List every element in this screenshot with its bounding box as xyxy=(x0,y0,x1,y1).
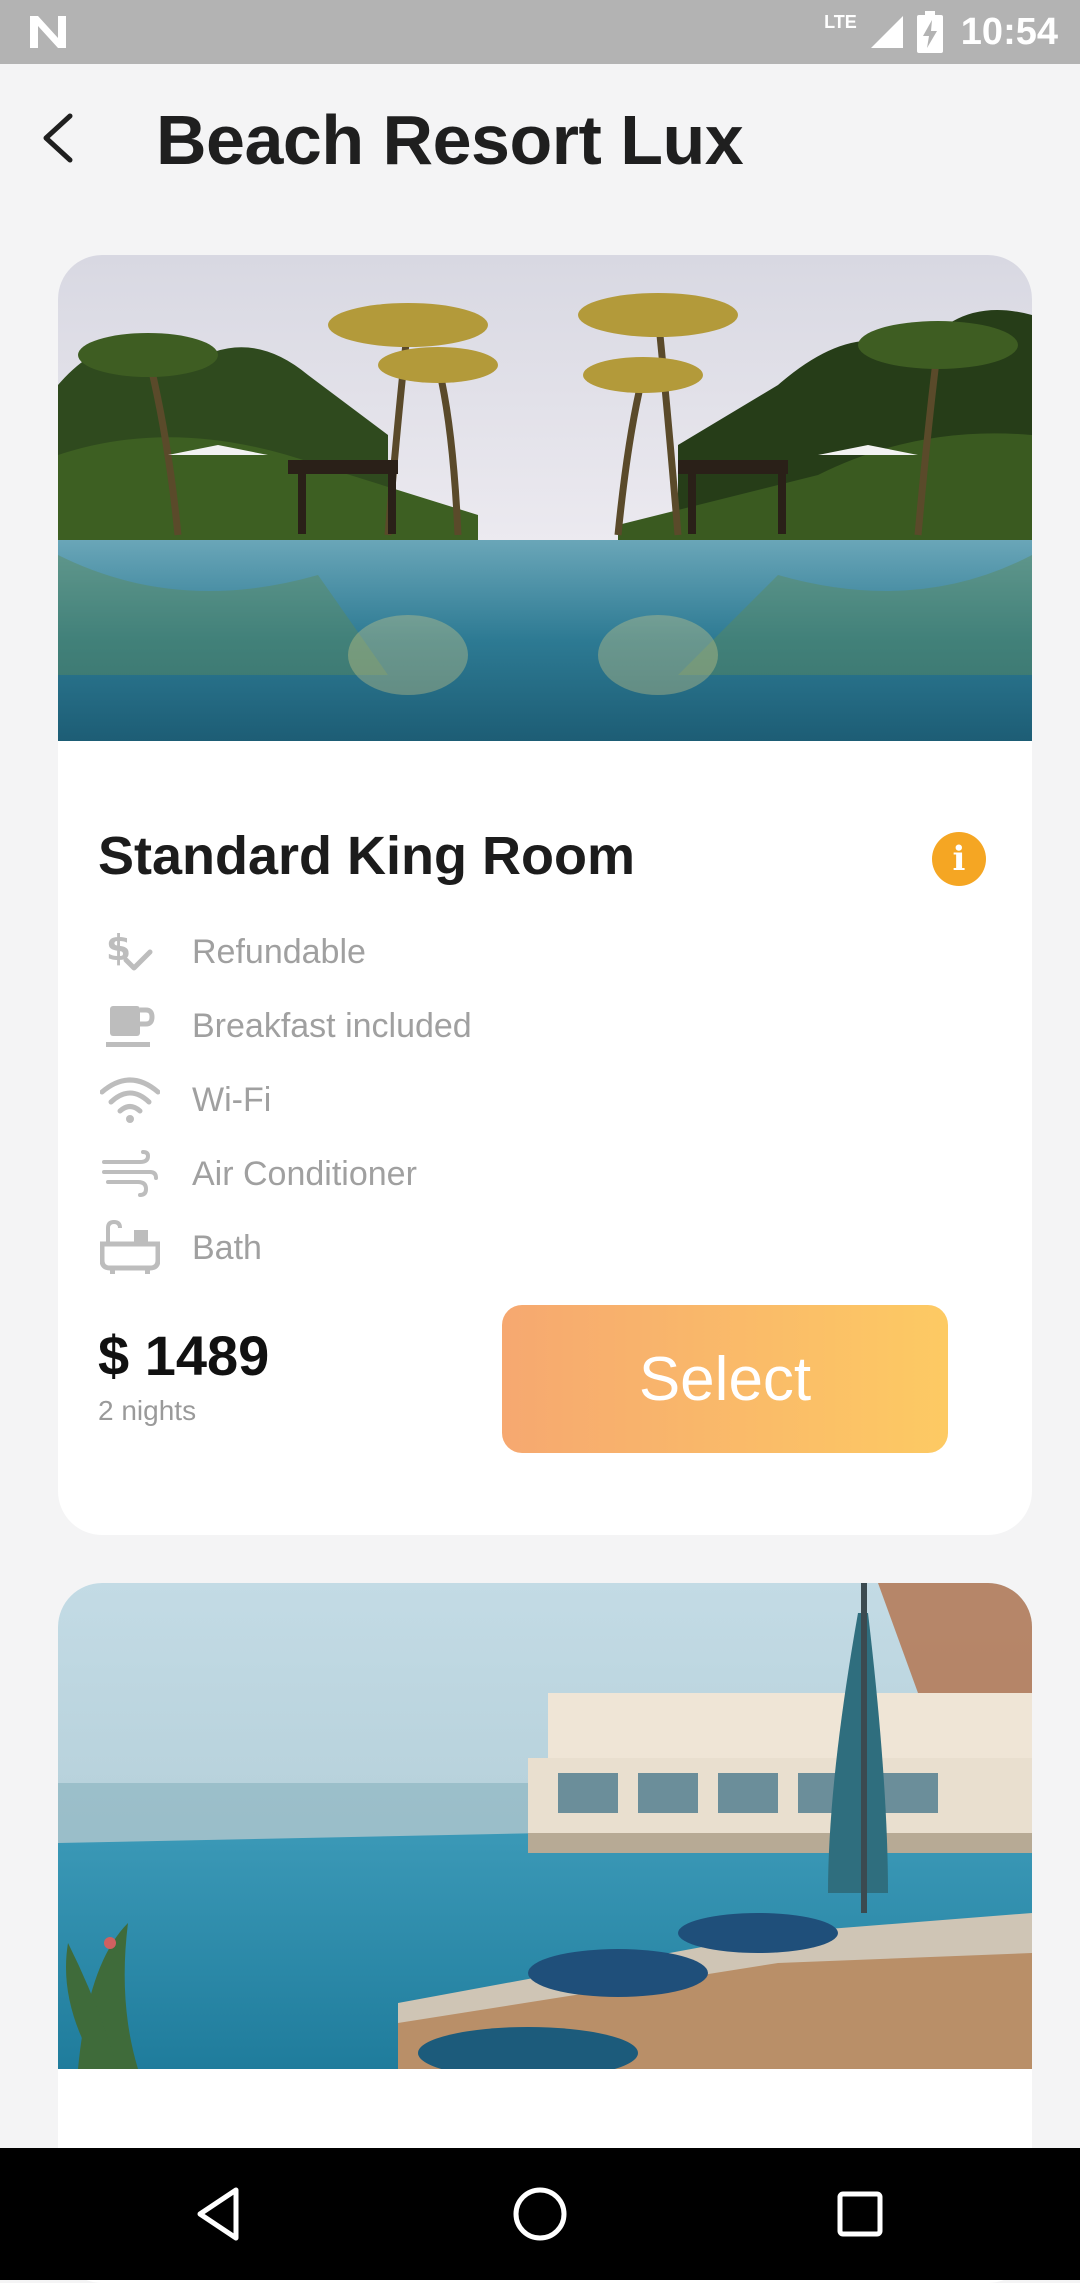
amenity-label: Wi-Fi xyxy=(192,1080,272,1119)
app-header: Beach Resort Lux xyxy=(0,64,1080,224)
amenity-label: Breakfast included xyxy=(192,1006,472,1045)
refund-icon: $ xyxy=(98,924,162,980)
coffee-cup-icon xyxy=(98,998,162,1054)
amenities-list: $ Refundable Breakfast included Wi-Fi Ai… xyxy=(98,915,898,1285)
clock: 10:54 xyxy=(960,10,1058,53)
bathtub-icon xyxy=(98,1220,162,1276)
page-title: Beach Resort Lux xyxy=(156,101,744,179)
notification-n-icon xyxy=(30,16,66,48)
back-triangle-icon[interactable] xyxy=(188,2182,252,2246)
battery-charging-icon xyxy=(916,11,943,53)
amenity-item: Breakfast included xyxy=(98,989,898,1063)
amenity-label: Bath xyxy=(192,1228,262,1267)
stay-nights: 2 nights xyxy=(98,1395,197,1426)
amenity-item: Wi-Fi xyxy=(98,1063,898,1137)
room-price: $ 1489 xyxy=(98,1324,270,1387)
amenity-label: Air Conditioner xyxy=(192,1154,417,1193)
select-button[interactable]: Select xyxy=(502,1305,948,1453)
home-circle-icon[interactable] xyxy=(508,2182,572,2246)
amenity-label: Refundable xyxy=(192,932,366,971)
room-title: Standard King Room xyxy=(98,826,635,886)
info-icon[interactable]: i xyxy=(932,832,986,886)
signal-icon xyxy=(870,16,903,48)
amenity-item: $ Refundable xyxy=(98,915,898,989)
room-card[interactable]: Standard King Room i $ Refundable Breakf… xyxy=(58,255,1032,1535)
wifi-icon xyxy=(98,1072,162,1128)
arrow-back-icon[interactable] xyxy=(30,108,90,168)
amenity-item: Bath xyxy=(98,1211,898,1285)
recents-square-icon[interactable] xyxy=(828,2182,892,2246)
room-photo xyxy=(58,255,1032,741)
wind-icon xyxy=(98,1146,162,1202)
network-type: LTE xyxy=(824,11,857,32)
system-nav-bar xyxy=(0,2148,1080,2280)
amenity-item: Air Conditioner xyxy=(98,1137,898,1211)
status-bar: LTE 10:54 xyxy=(0,0,1080,64)
room-photo xyxy=(58,1583,1032,2069)
